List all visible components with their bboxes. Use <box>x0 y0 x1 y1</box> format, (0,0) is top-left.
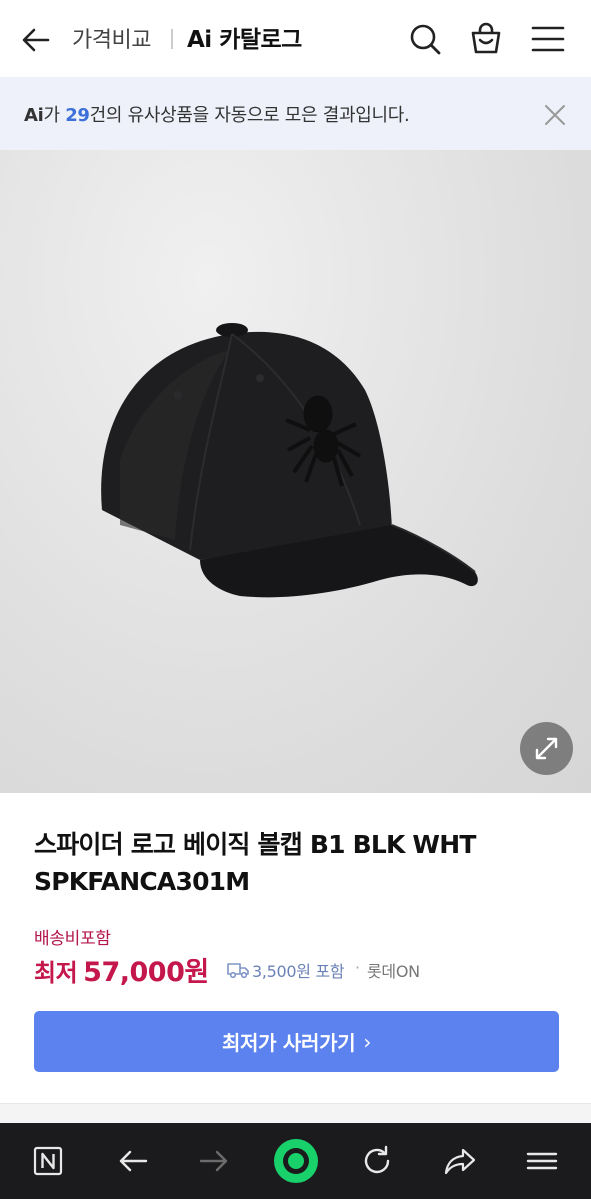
green-dot-button[interactable] <box>272 1137 320 1185</box>
expand-image-button[interactable] <box>520 722 573 775</box>
price-row: 최저 57,000원 <box>34 950 209 990</box>
buy-lowest-price-button[interactable]: 최저가 사러가기 › <box>34 1011 559 1072</box>
n-home-icon <box>33 1146 63 1176</box>
page-title: Ai 카탈로그 <box>187 27 302 53</box>
forward-icon <box>199 1150 228 1172</box>
cart-button[interactable] <box>466 19 506 59</box>
product-name[interactable]: 스파이더 로고 베이직 볼캡 B1 BLK WHT SPKFANCA301M <box>34 826 574 900</box>
back-icon <box>119 1150 148 1172</box>
search-button[interactable] <box>405 19 445 59</box>
shipping-included-label: 배송비포함 <box>34 929 111 949</box>
cta-label: 최저가 사러가기 <box>221 1031 356 1055</box>
lowest-price: 57,000원 <box>83 957 209 988</box>
truck-icon <box>227 963 249 979</box>
menu-icon <box>526 1152 558 1170</box>
refresh-icon <box>364 1145 390 1174</box>
menu-button[interactable] <box>528 19 568 59</box>
chevron-right-icon: › <box>363 1029 372 1054</box>
menu-icon <box>531 26 565 52</box>
search-icon <box>410 24 441 55</box>
expand-icon <box>535 737 558 760</box>
ai-banner-text-after: 건의 유사상품을 자동으로 모은 결과입니다. <box>89 105 410 126</box>
green-circle-icon <box>274 1139 318 1183</box>
close-icon <box>545 105 565 125</box>
browser-back-button[interactable] <box>109 1137 157 1185</box>
home-button[interactable] <box>24 1137 72 1185</box>
breadcrumb-price-compare[interactable]: 가격비교 <box>72 22 151 54</box>
banner-close-button[interactable] <box>540 100 570 130</box>
ai-banner-text: Ai가 29건의 유사상품을 자동으로 모은 결과입니다. <box>24 101 410 127</box>
section-divider <box>0 1103 591 1123</box>
product-image[interactable] <box>0 150 591 793</box>
baseball-cap-image <box>101 323 478 598</box>
back-button[interactable] <box>16 20 56 60</box>
share-icon <box>444 1148 476 1175</box>
ai-logo: Ai <box>24 105 44 126</box>
refresh-button[interactable] <box>353 1137 401 1185</box>
cart-icon <box>471 22 501 54</box>
back-arrow-icon <box>22 28 50 52</box>
browser-toolbar <box>0 1123 591 1199</box>
app-header: 가격비교 Ai 카탈로그 <box>0 0 591 77</box>
browser-menu-button[interactable] <box>518 1137 566 1185</box>
ai-info-banner: Ai가 29건의 유사상품을 자동으로 모은 결과입니다. <box>0 77 591 150</box>
ai-banner-text-before: 가 <box>43 105 66 126</box>
browser-forward-button[interactable] <box>190 1137 238 1185</box>
price-prefix: 최저 <box>34 959 78 987</box>
header-divider <box>171 29 173 49</box>
shipping-fee: 3,500원 포함 <box>252 962 345 981</box>
seller-separator: · <box>355 958 361 977</box>
share-button[interactable] <box>436 1137 484 1185</box>
ai-product-count: 29 <box>65 105 90 126</box>
seller-name: 롯데ON <box>367 962 420 981</box>
